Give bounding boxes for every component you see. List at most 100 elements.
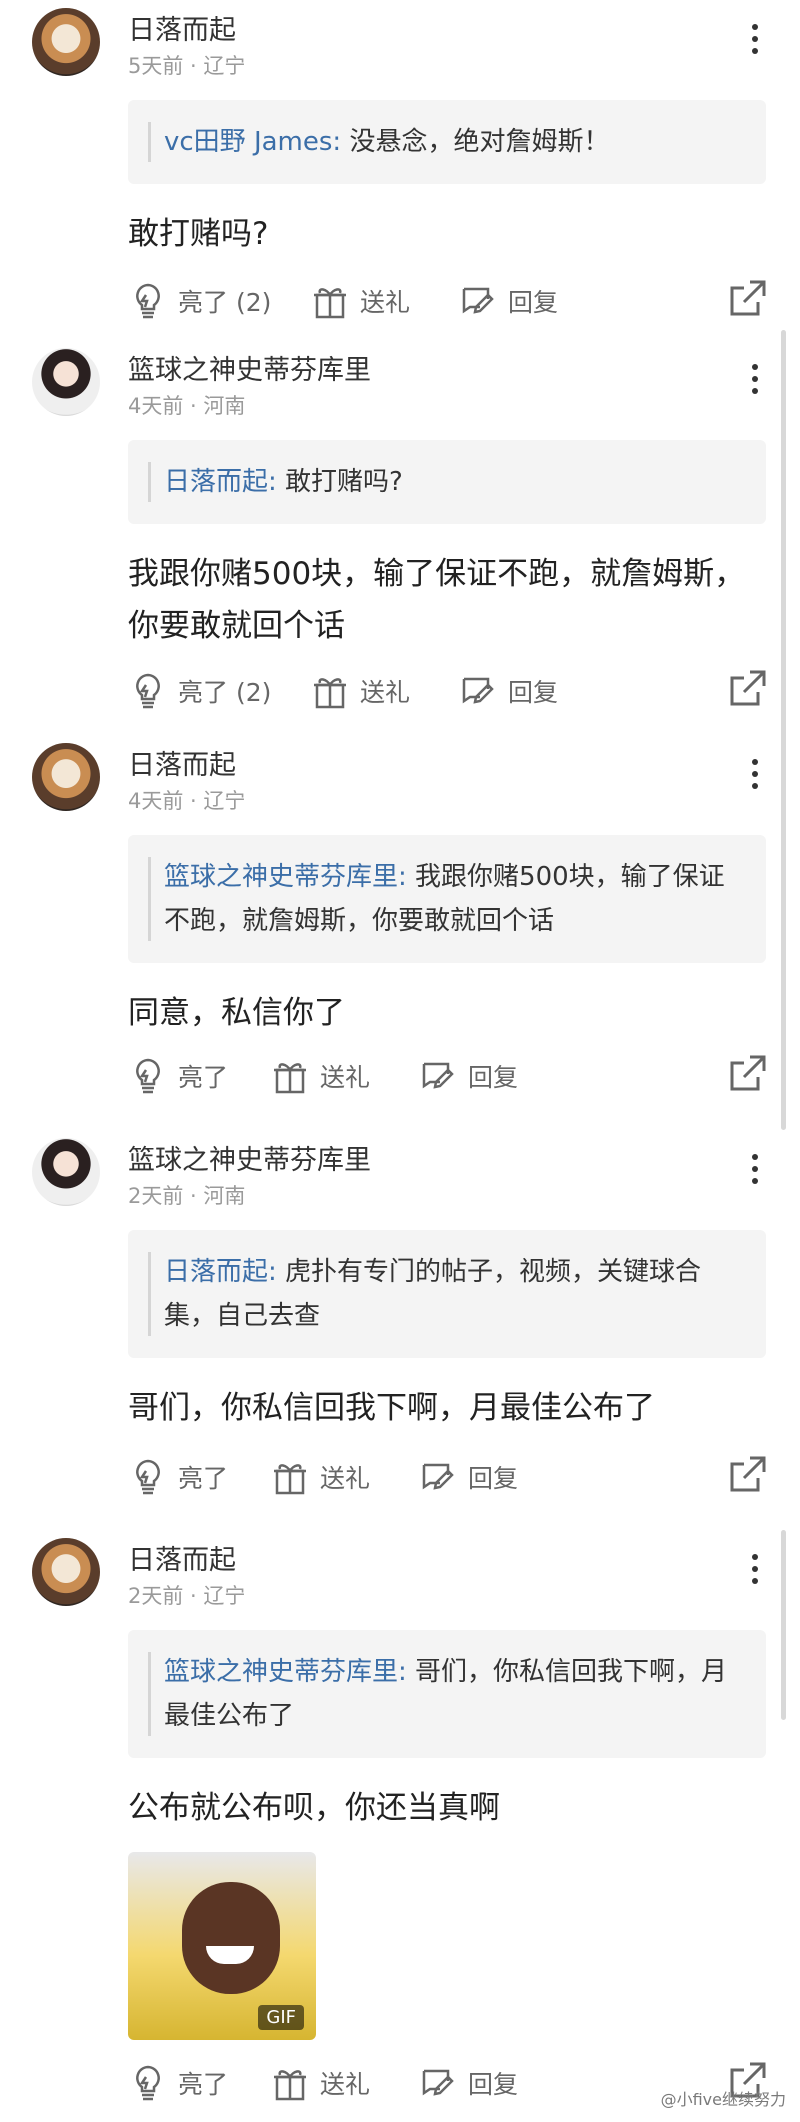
comment-body: 我跟你赌500块，输了保证不跑，就詹姆斯，你要敢就回个话 xyxy=(128,556,746,644)
more-options-icon[interactable] xyxy=(750,364,760,398)
quoted-comment[interactable]: 日落而起: 敢打赌吗? xyxy=(128,440,766,524)
watermark: @小five继续努力 xyxy=(660,2090,786,2109)
gift-button[interactable]: 送礼 xyxy=(310,668,410,714)
quoted-comment[interactable]: 篮球之神史蒂芬库里: 我跟你赌500块，输了保证不跑，就詹姆斯，你要敢就回个话 xyxy=(128,835,766,963)
commenter-name[interactable]: 日落而起 xyxy=(128,8,236,47)
scrollbar-lower[interactable] xyxy=(781,1530,786,1720)
comment-actions: 亮了 送礼 回复 xyxy=(128,1454,768,1500)
like-label: 亮了 xyxy=(178,1464,229,1493)
reply-button[interactable]: 回复 xyxy=(418,2060,518,2106)
comment-body: 哥们，你私信回我下啊，月最佳公布了 xyxy=(128,1390,655,1426)
like-button[interactable]: 亮了 (2) xyxy=(128,668,271,714)
like-button[interactable]: 亮了 xyxy=(128,1053,228,1099)
like-label: 亮了 (2) xyxy=(178,678,272,707)
gift-label: 送礼 xyxy=(320,1464,371,1493)
quoted-author[interactable]: vc田野 James: xyxy=(164,127,341,157)
reply-edit-icon xyxy=(462,287,494,314)
more-options-icon[interactable] xyxy=(750,1554,760,1588)
quoted-text: 没悬念，绝对詹姆斯！ xyxy=(349,127,610,157)
gift-label: 送礼 xyxy=(360,288,411,317)
like-button[interactable]: 亮了 xyxy=(128,1454,228,1500)
like-button[interactable]: 亮了 (2) xyxy=(128,278,271,324)
avatar[interactable] xyxy=(32,743,100,811)
comment-actions: 亮了 (2) 送礼 回复 xyxy=(128,668,768,714)
gift-icon xyxy=(274,1063,306,1094)
like-label: 亮了 xyxy=(178,2070,229,2099)
gift-button[interactable]: 送礼 xyxy=(270,2060,370,2106)
comment-meta: 2天前 · 辽宁 xyxy=(128,1584,246,1608)
reply-button[interactable]: 回复 xyxy=(458,668,558,714)
comment-actions: 亮了 (2) 送礼 回复 xyxy=(128,278,768,324)
reply-edit-icon xyxy=(422,2069,454,2096)
comment-card: 日落而起 4天前 · 辽宁 篮球之神史蒂芬库里: 我跟你赌500块，输了保证不跑… xyxy=(0,735,800,1105)
reply-edit-icon xyxy=(422,1463,454,1490)
share-icon[interactable] xyxy=(728,1053,768,1093)
gift-label: 送礼 xyxy=(360,678,411,707)
like-label: 亮了 (2) xyxy=(178,288,272,317)
gift-icon xyxy=(314,678,346,709)
comment-meta: 2天前 · 河南 xyxy=(128,1184,246,1208)
quoted-author[interactable]: 日落而起: xyxy=(164,467,277,497)
gift-icon xyxy=(314,288,346,319)
reply-label: 回复 xyxy=(468,1464,519,1493)
gift-icon xyxy=(274,2070,306,2101)
commenter-name[interactable]: 篮球之神史蒂芬库里 xyxy=(128,348,371,387)
reply-label: 回复 xyxy=(508,288,559,317)
lightbulb-icon xyxy=(136,1058,160,1094)
quoted-author[interactable]: 篮球之神史蒂芬库里: xyxy=(164,1657,407,1687)
gift-label: 送礼 xyxy=(320,2070,371,2099)
lightbulb-icon xyxy=(136,673,160,709)
lightbulb-icon xyxy=(136,2065,160,2101)
gift-button[interactable]: 送礼 xyxy=(270,1053,370,1099)
more-options-icon[interactable] xyxy=(750,1154,760,1188)
more-options-icon[interactable] xyxy=(750,759,760,793)
quoted-text: 敢打赌吗? xyxy=(285,467,403,497)
reply-button[interactable]: 回复 xyxy=(458,278,558,324)
comment-card: 篮球之神史蒂芬库里 4天前 · 河南 日落而起: 敢打赌吗? 我跟你赌500块，… xyxy=(0,340,800,725)
commenter-name[interactable]: 日落而起 xyxy=(128,743,236,782)
avatar[interactable] xyxy=(32,348,100,416)
reply-edit-icon xyxy=(422,1062,454,1089)
laughing-face-image xyxy=(182,1882,280,1994)
quoted-author[interactable]: 篮球之神史蒂芬库里: xyxy=(164,862,407,892)
commenter-name[interactable]: 篮球之神史蒂芬库里 xyxy=(128,1138,371,1177)
commenter-name[interactable]: 日落而起 xyxy=(128,1538,236,1577)
comment-body: 敢打赌吗? xyxy=(128,216,269,252)
more-options-icon[interactable] xyxy=(750,24,760,58)
gift-icon xyxy=(274,1464,306,1495)
comment-meta: 4天前 · 河南 xyxy=(128,394,246,418)
gift-button[interactable]: 送礼 xyxy=(270,1454,370,1500)
share-icon[interactable] xyxy=(728,668,768,708)
reply-label: 回复 xyxy=(468,2070,519,2099)
quoted-author[interactable]: 日落而起: xyxy=(164,1257,277,1287)
share-icon[interactable] xyxy=(728,1454,768,1494)
reply-button[interactable]: 回复 xyxy=(418,1053,518,1099)
gif-image[interactable]: GIF xyxy=(128,1852,316,2040)
gift-button[interactable]: 送礼 xyxy=(310,278,410,324)
scrollbar-upper[interactable] xyxy=(781,330,786,1130)
gif-badge: GIF xyxy=(258,2005,304,2030)
avatar[interactable] xyxy=(32,1138,100,1206)
lightbulb-icon xyxy=(136,1459,160,1495)
quoted-comment[interactable]: 日落而起: 虎扑有专门的帖子，视频，关键球合集，自己去查 xyxy=(128,1230,766,1358)
reply-button[interactable]: 回复 xyxy=(418,1454,518,1500)
comment-actions: 亮了 送礼 回复 xyxy=(128,1053,768,1099)
comment-card: 篮球之神史蒂芬库里 2天前 · 河南 日落而起: 虎扑有专门的帖子，视频，关键球… xyxy=(0,1130,800,1520)
reply-label: 回复 xyxy=(468,1063,519,1092)
comment-meta: 4天前 · 辽宁 xyxy=(128,789,246,813)
comment-body: 公布就公布呗，你还当真啊 xyxy=(128,1790,500,1826)
avatar[interactable] xyxy=(32,8,100,76)
comment-meta: 5天前 · 辽宁 xyxy=(128,54,246,78)
like-button[interactable]: 亮了 xyxy=(128,2060,228,2106)
avatar[interactable] xyxy=(32,1538,100,1606)
quoted-comment[interactable]: vc田野 James: 没悬念，绝对詹姆斯！ xyxy=(128,100,766,184)
like-label: 亮了 xyxy=(178,1063,229,1092)
comment-card: 日落而起 5天前 · 辽宁 vc田野 James: 没悬念，绝对詹姆斯！ 敢打赌… xyxy=(0,0,800,330)
comment-card: 日落而起 2天前 · 辽宁 篮球之神史蒂芬库里: 哥们，你私信回我下啊，月最佳公… xyxy=(0,1530,800,2122)
comment-body: 同意，私信你了 xyxy=(128,995,345,1031)
lightbulb-icon xyxy=(136,283,160,319)
gift-label: 送礼 xyxy=(320,1063,371,1092)
quoted-comment[interactable]: 篮球之神史蒂芬库里: 哥们，你私信回我下啊，月最佳公布了 xyxy=(128,1630,766,1758)
reply-edit-icon xyxy=(462,677,494,704)
share-icon[interactable] xyxy=(728,278,768,318)
